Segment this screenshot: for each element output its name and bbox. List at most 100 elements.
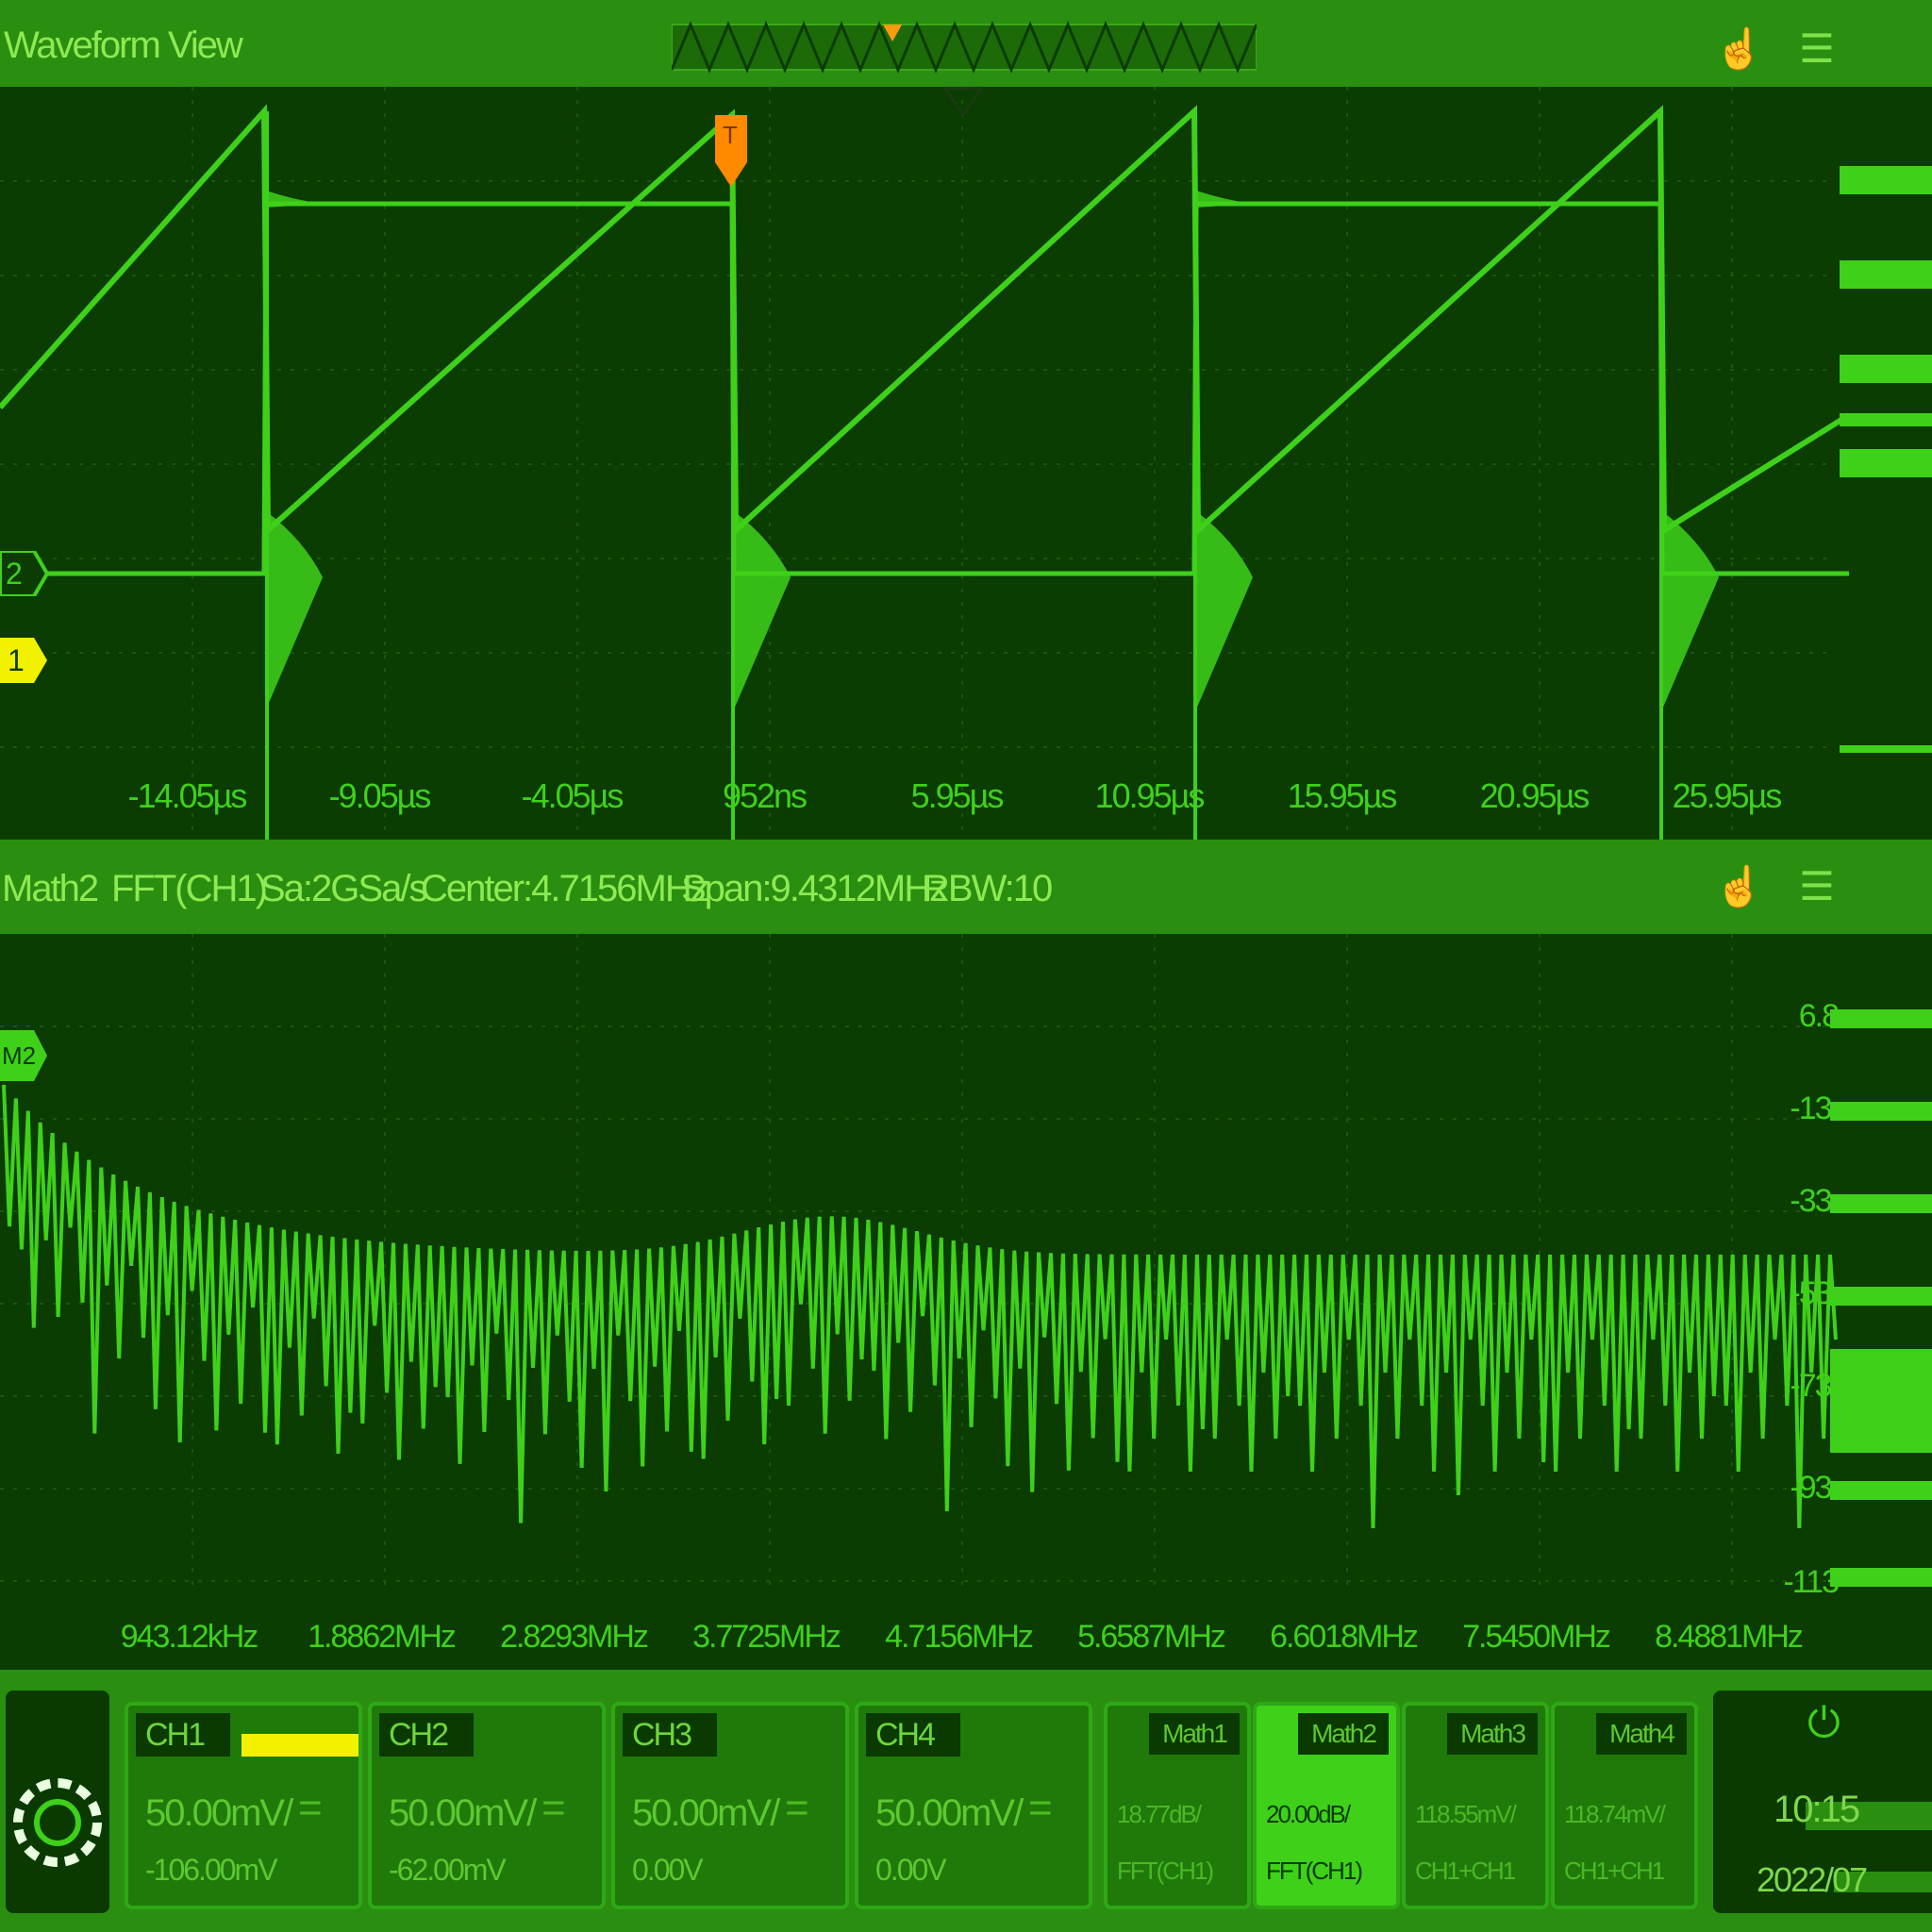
m2-marker[interactable]: M2 bbox=[0, 1030, 49, 1081]
ch1-settings-box[interactable]: CH1 50.00mV/ = -106.00mV bbox=[125, 1702, 362, 1909]
fft-span[interactable]: Span:9.4312MHz bbox=[681, 868, 948, 910]
ch1-sawtooth-trace bbox=[0, 104, 1851, 537]
db-axis-labels: 6.8 -13. -33. -53. -73. -93. -113 bbox=[1783, 998, 1840, 1600]
freq-tick-label: 8.4881MHz bbox=[1655, 1619, 1803, 1655]
waveform-plot[interactable]: -14.05µs -9.05µs -4.05µs 952ns 5.95µs 10.95µs… bbox=[0, 87, 1932, 840]
fft-math-name[interactable]: Math2 bbox=[2, 868, 99, 910]
bottom-status-bar: CH1 50.00mV/ = -106.00mV CH2 50.00mV/ = … bbox=[0, 1670, 1932, 1932]
time-tick-label: 10.95µs bbox=[1095, 776, 1205, 815]
math2-tag: Math2 bbox=[1298, 1713, 1389, 1755]
fft-touch-settings-icon[interactable]: ☝ bbox=[1713, 860, 1766, 913]
freq-tick-label: 6.6018MHz bbox=[1270, 1619, 1418, 1655]
ringing-artifacts bbox=[266, 191, 1719, 709]
ch2-scale: 50.00mV/ bbox=[389, 1792, 537, 1834]
fft-rbw[interactable]: RBW:10 bbox=[923, 868, 1053, 910]
time-tick-label: 5.95µs bbox=[911, 776, 1004, 815]
math4-source: CH1+CH1 bbox=[1564, 1857, 1665, 1885]
gear-logo-icon[interactable] bbox=[6, 1690, 109, 1913]
ch1-tag: CH1 bbox=[136, 1713, 230, 1757]
math4-scale: 118.74mV/ bbox=[1564, 1800, 1666, 1828]
level-indicators bbox=[1840, 166, 1932, 753]
waveform-title: Waveform View bbox=[4, 25, 243, 66]
ch2-level-marker[interactable]: 2 bbox=[0, 549, 50, 598]
zoom-overview-strip[interactable] bbox=[672, 21, 1257, 74]
trigger-marker[interactable]: T bbox=[715, 115, 747, 187]
waveform-display[interactable]: -14.05µs -9.05µs -4.05µs 952ns 5.95µs 10.95µs… bbox=[0, 87, 1932, 840]
math4-tag: Math4 bbox=[1596, 1713, 1687, 1755]
ch1-level-marker[interactable]: 1 bbox=[0, 638, 49, 683]
frequency-axis-labels: 943.12kHz 1.8862MHz 2.8293MHz 3.7725MHz 4.71… bbox=[121, 1619, 1805, 1655]
db-tick-label: -73. bbox=[1790, 1368, 1838, 1404]
time-tick-label: 25.95µs bbox=[1673, 776, 1782, 815]
ch1-active-indicator bbox=[242, 1734, 358, 1757]
math3-tag: Math3 bbox=[1447, 1713, 1538, 1755]
math1-tag: Math1 bbox=[1149, 1713, 1240, 1755]
ch2-tag: CH2 bbox=[379, 1713, 474, 1757]
math1-settings-box[interactable]: Math1 18.77dB/ FFT(CH1) bbox=[1104, 1702, 1251, 1909]
trigger-marker-label: T bbox=[723, 121, 738, 149]
math2-settings-box[interactable]: Math2 20.00dB/ FFT(CH1) bbox=[1253, 1702, 1400, 1909]
time-tick-label: 20.95µs bbox=[1480, 776, 1590, 815]
time-tick-label: 952ns bbox=[723, 776, 807, 815]
fft-header: Math2 FFT(CH1) Sa:2GSa/s Center:4.7156MH… bbox=[0, 840, 1932, 934]
ch4-coupling-icon: = bbox=[1028, 1785, 1053, 1831]
ch4-offset: 0.00V bbox=[875, 1853, 947, 1887]
ch3-coupling-icon: = bbox=[785, 1785, 809, 1831]
db-tick-label: -53. bbox=[1790, 1275, 1838, 1311]
freq-tick-label: 7.5450MHz bbox=[1462, 1619, 1610, 1655]
ch3-settings-box[interactable]: CH3 50.00mV/ = 0.00V bbox=[611, 1702, 849, 1909]
math3-source: CH1+CH1 bbox=[1415, 1857, 1516, 1885]
math2-scale: 20.00dB/ bbox=[1266, 1800, 1351, 1828]
ch3-scale: 50.00mV/ bbox=[632, 1792, 780, 1834]
waveform-header: Waveform View ☝ ☰ bbox=[0, 0, 1932, 87]
fft-display[interactable]: 6.8 -13. -33. -53. -73. -93. -113 943.12kHz 1.8… bbox=[0, 934, 1932, 1670]
math4-settings-box[interactable]: Math4 118.74mV/ CH1+CH1 bbox=[1551, 1702, 1698, 1909]
math1-source: FFT(CH1) bbox=[1117, 1857, 1214, 1885]
time-axis-labels: -14.05µs -9.05µs -4.05µs 952ns 5.95µs 10.95µs… bbox=[128, 776, 1784, 815]
time-tick-label: 15.95µs bbox=[1288, 776, 1397, 815]
ch3-offset: 0.00V bbox=[632, 1853, 704, 1887]
status-time: 10:15 bbox=[1774, 1789, 1860, 1830]
math1-scale: 18.77dB/ bbox=[1117, 1800, 1202, 1828]
power-icon[interactable]: ⏻ bbox=[1807, 1700, 1840, 1747]
ch4-settings-box[interactable]: CH4 50.00mV/ = 0.00V bbox=[855, 1702, 1092, 1909]
ch3-tag: CH3 bbox=[623, 1713, 717, 1757]
time-tick-label: -14.05µs bbox=[128, 776, 247, 815]
fft-source[interactable]: FFT(CH1) bbox=[111, 868, 268, 910]
status-panel: ⏻ 10:15 2022/07 bbox=[1713, 1690, 1932, 1913]
fft-spectrum-trace bbox=[2, 1084, 1838, 1529]
freq-tick-label: 1.8862MHz bbox=[308, 1619, 456, 1655]
math3-settings-box[interactable]: Math3 118.55mV/ CH1+CH1 bbox=[1402, 1702, 1549, 1909]
ch2-coupling-icon: = bbox=[541, 1785, 566, 1831]
db-level-bars bbox=[1830, 1009, 1932, 1587]
ch1-scale: 50.00mV/ bbox=[145, 1792, 293, 1834]
touch-settings-icon[interactable]: ☝ bbox=[1713, 23, 1766, 75]
fft-sample-rate: Sa:2GSa/s bbox=[260, 868, 427, 909]
freq-tick-label: 3.7725MHz bbox=[692, 1619, 841, 1655]
ch2-offset: -62.00mV bbox=[389, 1853, 507, 1887]
db-tick-label: 6.8 bbox=[1799, 998, 1839, 1034]
ch2-marker-label: 2 bbox=[6, 557, 23, 591]
status-date: 2022/07 bbox=[1757, 1860, 1868, 1899]
freq-tick-label: 5.6587MHz bbox=[1077, 1619, 1225, 1655]
db-tick-label: -33. bbox=[1790, 1183, 1838, 1219]
ch4-tag: CH4 bbox=[866, 1713, 960, 1757]
ch4-scale: 50.00mV/ bbox=[875, 1792, 1024, 1834]
m2-marker-label: M2 bbox=[2, 1041, 37, 1070]
math2-source: FFT(CH1) bbox=[1266, 1857, 1363, 1885]
fft-hamburger-menu-icon[interactable]: ☰ bbox=[1790, 860, 1843, 913]
db-tick-label: -13. bbox=[1790, 1091, 1838, 1126]
db-tick-label: -93. bbox=[1790, 1470, 1838, 1506]
hamburger-menu-icon[interactable]: ☰ bbox=[1790, 23, 1843, 75]
freq-tick-label: 943.12kHz bbox=[121, 1619, 258, 1655]
ch1-marker-label: 1 bbox=[8, 643, 25, 677]
freq-tick-label: 4.7156MHz bbox=[885, 1619, 1033, 1655]
ch1-offset: -106.00mV bbox=[145, 1853, 278, 1887]
ch1-coupling-icon: = bbox=[298, 1785, 323, 1831]
math3-scale: 118.55mV/ bbox=[1415, 1800, 1517, 1828]
time-tick-label: -9.05µs bbox=[329, 776, 431, 815]
fft-plot[interactable]: 6.8 -13. -33. -53. -73. -93. -113 943.12kHz 1.8… bbox=[0, 934, 1932, 1670]
fft-center[interactable]: Center:4.7156MHz bbox=[421, 868, 709, 910]
ch2-settings-box[interactable]: CH2 50.00mV/ = -62.00mV bbox=[368, 1702, 606, 1909]
db-tick-label: -113 bbox=[1783, 1564, 1839, 1600]
